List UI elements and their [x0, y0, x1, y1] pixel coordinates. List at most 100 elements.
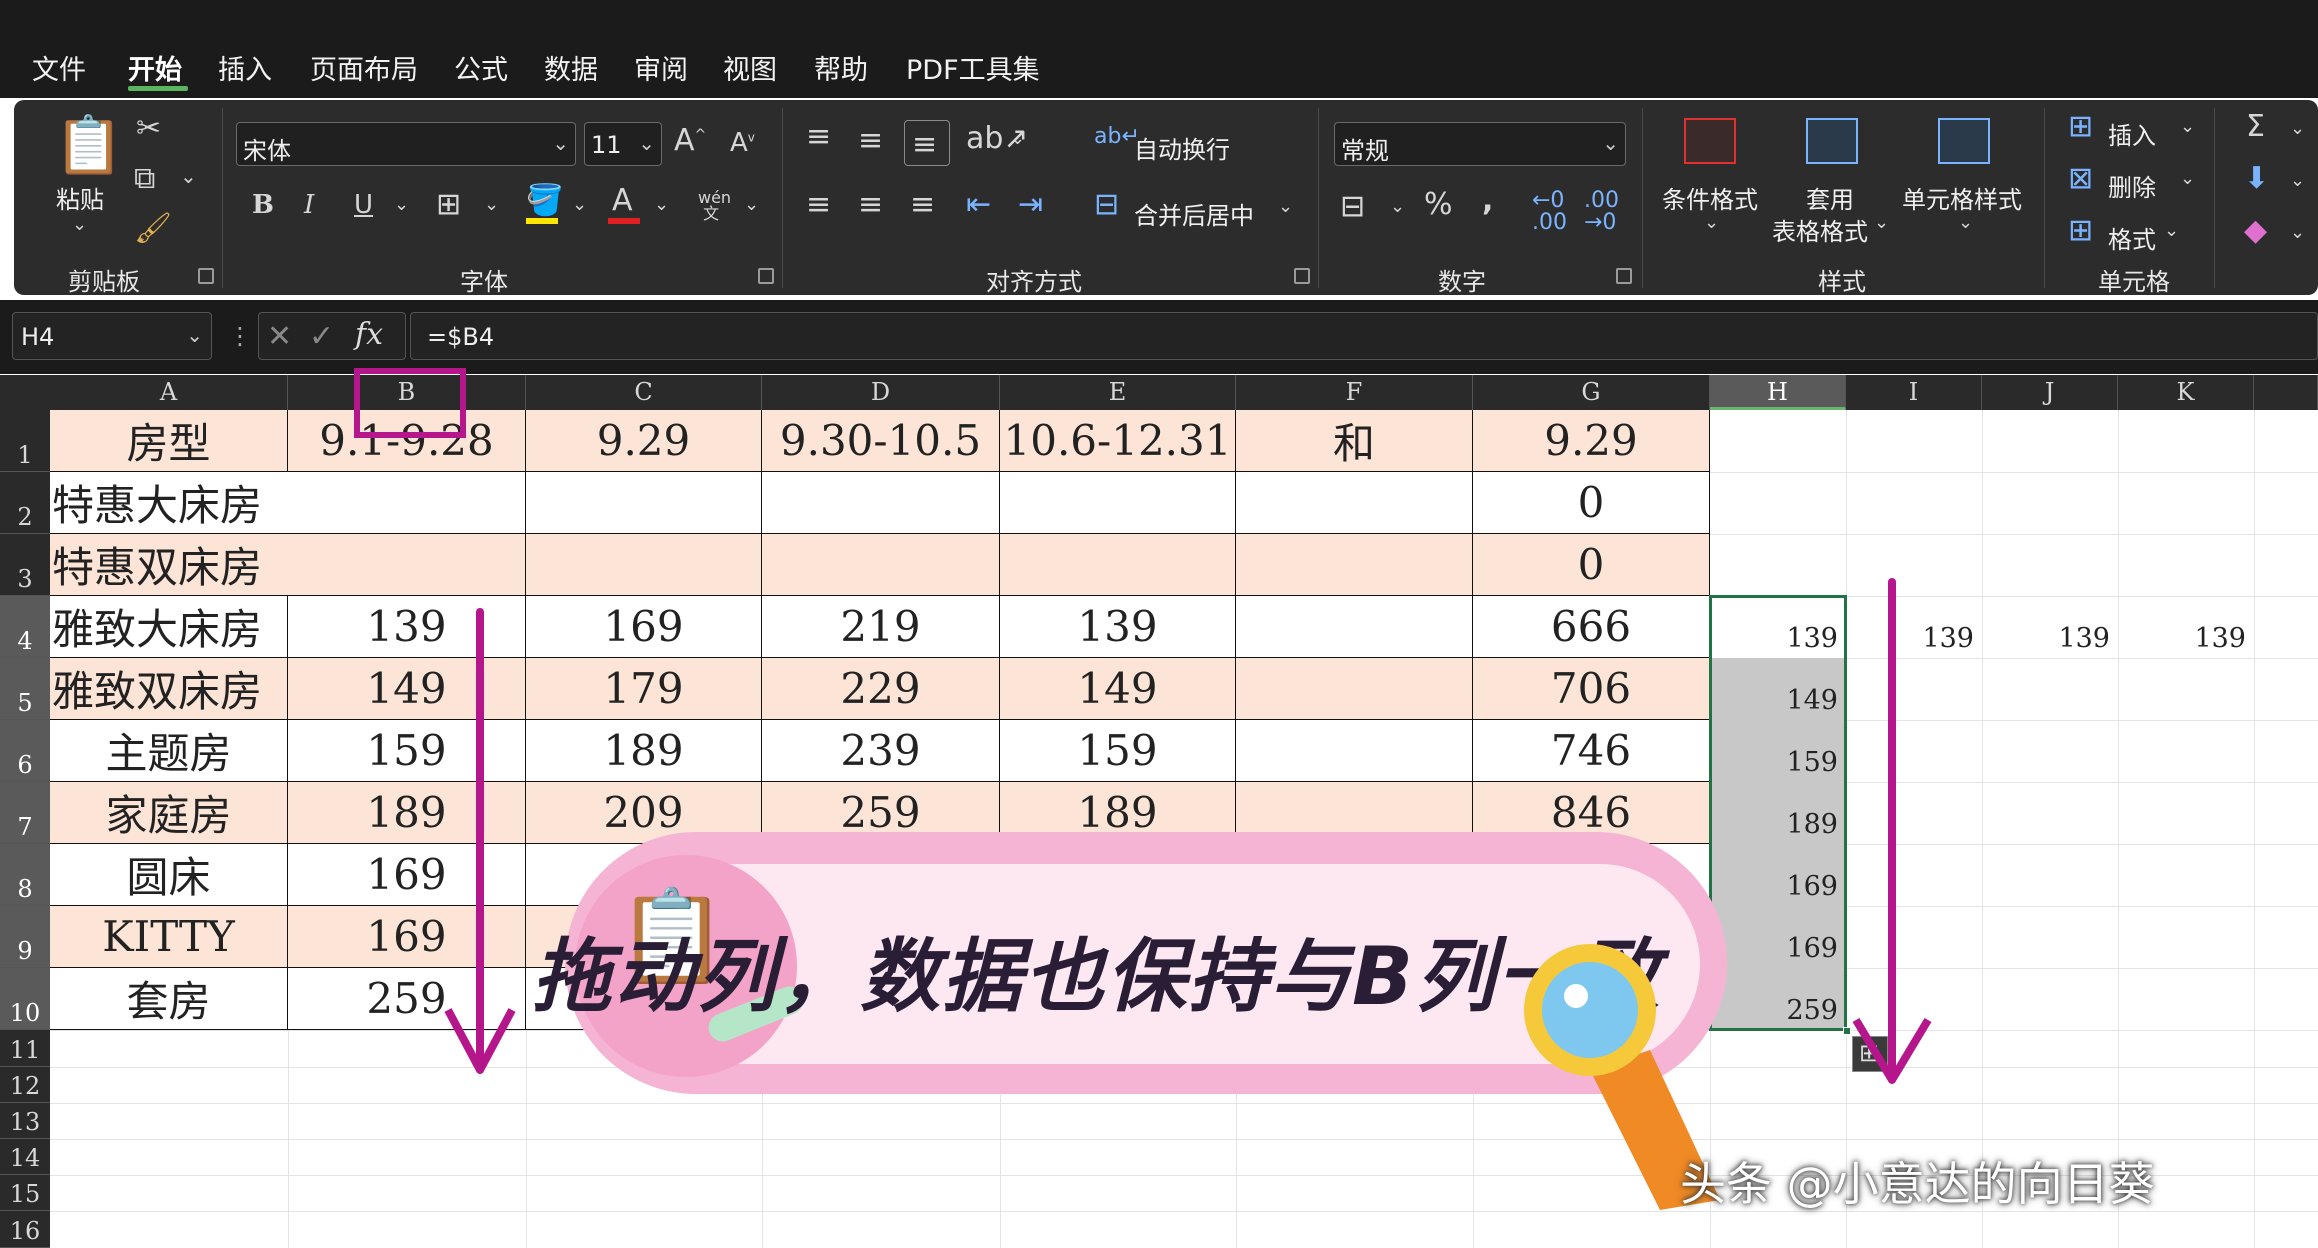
- italic-icon[interactable]: I: [304, 192, 314, 218]
- chevron-down-icon[interactable]: ⌄: [1390, 198, 1405, 216]
- dialog-launcher-icon[interactable]: [758, 268, 774, 284]
- table-cell[interactable]: 套房: [50, 968, 288, 1030]
- table-cell[interactable]: 特惠大床房: [50, 472, 526, 534]
- column-header-c[interactable]: C: [526, 375, 762, 410]
- k-cell[interactable]: 139: [2118, 596, 2254, 658]
- table-cell[interactable]: [1236, 472, 1473, 534]
- table-cell[interactable]: 雅致大床房: [50, 596, 288, 658]
- chevron-down-icon[interactable]: ⌄: [654, 196, 669, 214]
- align-center-icon[interactable]: ≡: [858, 190, 883, 220]
- row-header[interactable]: 16: [0, 1211, 50, 1248]
- increase-font-icon[interactable]: A^: [674, 126, 706, 156]
- table-cell[interactable]: 特惠双床房: [50, 534, 526, 596]
- column-header-g[interactable]: G: [1473, 375, 1710, 410]
- table-cell[interactable]: [1236, 596, 1473, 658]
- table-cell[interactable]: 9.29: [1473, 410, 1710, 472]
- table-cell[interactable]: 239: [762, 720, 1000, 782]
- table-cell[interactable]: [762, 534, 1000, 596]
- cell-styles-icon[interactable]: [1938, 118, 1990, 164]
- table-cell[interactable]: 9.29: [526, 410, 762, 472]
- table-cell[interactable]: KITTY: [50, 906, 288, 968]
- delete-button[interactable]: 删除: [2108, 168, 2156, 203]
- tab-review[interactable]: 审阅: [634, 48, 688, 87]
- increase-indent-icon[interactable]: ⇥: [1018, 190, 1043, 220]
- row-header[interactable]: 10: [0, 968, 50, 1030]
- dialog-launcher-icon[interactable]: [1294, 268, 1310, 284]
- row-header[interactable]: 5: [0, 658, 50, 720]
- decrease-font-icon[interactable]: Av: [730, 130, 755, 156]
- column-header-d[interactable]: D: [762, 375, 1000, 410]
- conditional-formatting-icon[interactable]: [1684, 118, 1736, 164]
- table-cell[interactable]: 家庭房: [50, 782, 288, 844]
- chevron-down-icon[interactable]: ⌄: [2180, 170, 2195, 188]
- decrease-decimal-icon[interactable]: .00 →0: [1584, 190, 1619, 234]
- autosum-icon[interactable]: Σ: [2246, 112, 2265, 142]
- table-cell[interactable]: [526, 534, 762, 596]
- chevron-down-icon[interactable]: ⌄: [1958, 214, 1973, 232]
- row-header[interactable]: 1: [0, 410, 50, 472]
- chevron-down-icon[interactable]: ⌄: [2290, 224, 2305, 242]
- table-cell[interactable]: 159: [1000, 720, 1236, 782]
- table-cell[interactable]: 179: [526, 658, 762, 720]
- format-as-table-icon[interactable]: [1806, 118, 1858, 164]
- fill-color-icon[interactable]: 🪣: [526, 186, 563, 216]
- insert-button[interactable]: 插入: [2108, 116, 2156, 151]
- chevron-down-icon[interactable]: ⌄: [1874, 214, 1889, 232]
- table-cell[interactable]: 666: [1473, 596, 1710, 658]
- row-header[interactable]: 15: [0, 1175, 50, 1211]
- table-cell[interactable]: [762, 472, 1000, 534]
- table-cell[interactable]: [1000, 472, 1236, 534]
- table-cell[interactable]: [526, 472, 762, 534]
- table-cell[interactable]: 房型: [50, 410, 288, 472]
- align-middle-icon[interactable]: ≡: [858, 126, 883, 156]
- formula-input[interactable]: =$B4: [410, 312, 2318, 360]
- accounting-format-icon[interactable]: ⊟: [1340, 192, 1365, 222]
- table-cell[interactable]: 雅致双床房: [50, 658, 288, 720]
- row-header[interactable]: 9: [0, 906, 50, 968]
- phonetic-icon[interactable]: wén 文: [698, 190, 731, 222]
- name-box[interactable]: H4 ⌄: [12, 312, 212, 360]
- bold-icon[interactable]: B: [252, 192, 274, 218]
- font-name-select[interactable]: 宋体 ⌄: [236, 122, 576, 166]
- chevron-down-icon[interactable]: ⌄: [572, 196, 587, 214]
- table-cell[interactable]: 9.30-10.5: [762, 410, 1000, 472]
- row-header[interactable]: 7: [0, 782, 50, 844]
- merge-center-button[interactable]: 合并后居中: [1134, 196, 1254, 231]
- column-header-l[interactable]: [2254, 375, 2318, 410]
- j-cell[interactable]: 139: [1982, 596, 2118, 658]
- table-cell[interactable]: 圆床: [50, 844, 288, 906]
- column-header-e[interactable]: E: [1000, 375, 1236, 410]
- dialog-launcher-icon[interactable]: [198, 268, 214, 284]
- table-cell[interactable]: [1236, 534, 1473, 596]
- cancel-icon[interactable]: ✕: [267, 319, 292, 354]
- tab-page-layout[interactable]: 页面布局: [310, 48, 418, 87]
- tab-view[interactable]: 视图: [723, 48, 777, 87]
- column-header-j[interactable]: J: [1982, 375, 2118, 410]
- chevron-down-icon[interactable]: ⌄: [2290, 172, 2305, 190]
- copy-icon[interactable]: ⧉: [134, 164, 155, 194]
- column-header-f[interactable]: F: [1236, 375, 1473, 410]
- row-header[interactable]: 13: [0, 1103, 50, 1139]
- chevron-down-icon[interactable]: ⌄: [1704, 214, 1719, 232]
- row-header[interactable]: 6: [0, 720, 50, 782]
- chevron-down-icon[interactable]: ⌄: [744, 196, 759, 214]
- table-cell[interactable]: 和: [1236, 410, 1473, 472]
- table-cell[interactable]: [1000, 534, 1236, 596]
- row-header[interactable]: 8: [0, 844, 50, 906]
- select-all-corner[interactable]: [0, 375, 50, 410]
- percent-icon[interactable]: %: [1424, 190, 1453, 220]
- chevron-down-icon[interactable]: ⌄: [2164, 222, 2179, 240]
- cut-icon[interactable]: ✂: [136, 114, 161, 144]
- chevron-down-icon[interactable]: ⌄: [1010, 130, 1025, 148]
- format-button[interactable]: 格式: [2108, 220, 2156, 255]
- tab-home[interactable]: 开始: [128, 48, 182, 87]
- align-left-icon[interactable]: ≡: [806, 190, 831, 220]
- row-header[interactable]: 4: [0, 596, 50, 658]
- clear-icon[interactable]: ◆: [2244, 216, 2267, 246]
- align-top-icon[interactable]: ≡: [806, 122, 831, 152]
- column-header-i[interactable]: I: [1846, 375, 1982, 410]
- delete-cells-icon[interactable]: ⊠: [2068, 164, 2093, 194]
- table-cell[interactable]: 主题房: [50, 720, 288, 782]
- merge-center-icon[interactable]: ⊟: [1094, 190, 1119, 220]
- format-as-table-button[interactable]: 表格格式: [1772, 212, 1868, 247]
